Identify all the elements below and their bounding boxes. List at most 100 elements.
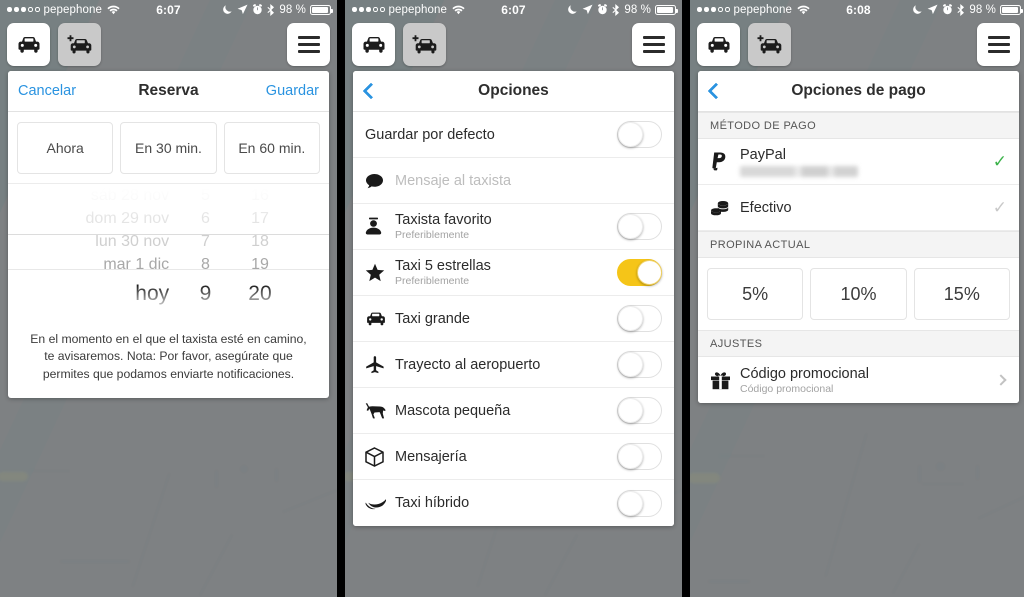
option-row-mensaje-al-taxista[interactable]: Mensaje al taxista <box>353 158 674 204</box>
tip-button-10[interactable]: 10% <box>810 268 907 320</box>
hamburger-menu-button[interactable] <box>287 23 330 66</box>
hamburger-menu-button[interactable] <box>632 23 675 66</box>
settings-row-codigo-promocional[interactable]: Código promocional Código promocional <box>698 357 1019 403</box>
bluetooth-icon <box>612 3 620 16</box>
status-bar: pepephone 6:07 98 % <box>0 0 337 19</box>
opciones-header: Opciones <box>353 71 674 112</box>
picker-hour: 9 <box>199 281 212 305</box>
toggle-knob <box>618 122 643 147</box>
option-label: Trayecto al aeropuerto <box>395 356 541 373</box>
picker-day: hoy <box>135 281 170 305</box>
settings-text: Código promocional Código promocional <box>740 366 997 395</box>
toggle-knob <box>618 214 643 239</box>
toggle-taxi-grande[interactable] <box>617 305 662 332</box>
toggle-taxi-hibrido[interactable] <box>617 489 662 517</box>
quick-button-30min[interactable]: En 30 min. <box>120 122 217 174</box>
option-text: Taxi 5 estrellas Preferiblemente <box>395 258 617 287</box>
back-chevron-icon[interactable] <box>362 82 380 100</box>
datetime-picker[interactable]: sáb 28 nov 5 16 dom 29 nov 6 17 lun 30 nov 7 1… <box>8 183 329 319</box>
alarm-clock-icon <box>942 4 953 15</box>
toggle-taxi-5-estrellas[interactable] <box>617 259 662 286</box>
tip-button-5[interactable]: 5% <box>707 268 804 320</box>
signal-dots-icon <box>352 7 385 12</box>
toggle-guardar-por-defecto[interactable] <box>617 121 662 148</box>
picker-minute: 16 <box>251 186 269 204</box>
toggle-mascota-pequena[interactable] <box>617 397 662 424</box>
option-label: Taxi grande <box>395 310 470 327</box>
option-row-taxi-5-estrellas[interactable]: Taxi 5 estrellas Preferiblemente <box>353 250 674 296</box>
bluetooth-icon <box>267 3 275 16</box>
toggle-knob <box>618 490 643 516</box>
option-label: Mascota pequeña <box>395 402 511 419</box>
picker-row[interactable]: sáb 28 nov 5 16 <box>8 184 329 207</box>
toggle-knob <box>637 260 662 285</box>
screenshot-divider <box>682 0 690 597</box>
picker-minute: 18 <box>251 232 269 250</box>
option-row-guardar-por-defecto[interactable]: Guardar por defecto <box>353 112 674 158</box>
chevron-right-icon <box>995 374 1007 386</box>
tip-options: 5% 10% 15% <box>698 258 1019 330</box>
option-sublabel: Preferiblemente <box>395 229 470 241</box>
tab-taxi-standard[interactable] <box>352 23 395 66</box>
bluetooth-icon <box>957 3 965 16</box>
tab-taxi-standard[interactable] <box>697 23 740 66</box>
settings-label: Código promocional <box>740 365 869 382</box>
save-button[interactable]: Guardar <box>266 83 319 99</box>
cancel-button[interactable]: Cancelar <box>18 83 76 99</box>
sheet-pointer <box>366 141 382 149</box>
battery-percent: 98 % <box>969 3 996 16</box>
back-chevron-icon[interactable] <box>707 82 725 100</box>
option-row-trayecto-al-aeropuerto[interactable]: Trayecto al aeropuerto <box>353 342 674 388</box>
option-row-taxi-grande[interactable]: Taxi grande <box>353 296 674 342</box>
location-arrow-icon <box>582 4 593 15</box>
option-label: Taxista favorito <box>395 212 492 228</box>
reserva-sheet: Cancelar Reserva Guardar Ahora En 30 min… <box>8 71 329 398</box>
tab-taxi-standard[interactable] <box>7 23 50 66</box>
option-sublabel: Preferiblemente <box>395 275 470 287</box>
tab-taxi-add[interactable] <box>58 23 101 66</box>
phone-screenshot-reserva: pepephone 6:07 98 % Cancelar Reserva Gua… <box>0 0 337 597</box>
picker-hour: 10 <box>178 314 233 320</box>
status-bar-right: 98 % <box>222 3 334 16</box>
reservation-note: En el momento en el que el taxista esté … <box>30 332 307 381</box>
tip-button-15[interactable]: 15% <box>913 268 1010 320</box>
option-text: Taxi híbrido <box>395 495 617 511</box>
airplane-icon <box>365 355 395 374</box>
tab-taxi-add[interactable] <box>403 23 446 66</box>
alarm-clock-icon <box>252 4 263 15</box>
option-row-mascota-pequena[interactable]: Mascota pequeña <box>353 388 674 434</box>
option-text: Taxi grande <box>395 311 617 327</box>
option-text: Guardar por defecto <box>365 127 617 143</box>
picker-row[interactable]: lun 30 nov 7 18 <box>8 230 329 253</box>
toggle-mensajeria[interactable] <box>617 443 662 470</box>
option-row-taxi-hibrido[interactable]: Taxi híbrido <box>353 480 674 526</box>
carrier-name: pepephone <box>733 3 792 16</box>
picker-row[interactable]: dom 29 nov 6 17 <box>8 207 329 230</box>
picker-row[interactable]: mar 1 dic 8 19 <box>8 253 329 276</box>
status-bar-right: 98 % <box>567 3 679 16</box>
option-row-taxista-favorito[interactable]: Taxista favorito Preferiblemente <box>353 204 674 250</box>
leaf-icon <box>365 496 395 510</box>
option-row-mensajeria[interactable]: Mensajería <box>353 434 674 480</box>
picker-row-selected[interactable]: hoy 9 20 <box>8 276 329 311</box>
payment-row-efectivo[interactable]: Efectivo ✓ <box>698 185 1019 231</box>
battery-icon <box>310 4 334 15</box>
sheet-pointer <box>21 141 37 149</box>
option-label: Guardar por defecto <box>365 126 495 143</box>
payment-row-paypal[interactable]: PayPal ✓ <box>698 139 1019 185</box>
package-icon <box>365 446 395 467</box>
toggle-taxista-favorito[interactable] <box>617 213 662 240</box>
carrier-name: pepephone <box>43 3 102 16</box>
picker-row[interactable]: jue 3 dic1021 <box>8 311 329 320</box>
three-phone-screenshots: pepephone 6:07 98 % Cancelar Reserva Gua… <box>0 0 1024 597</box>
payment-label: PayPal <box>740 146 786 163</box>
hamburger-line <box>297 35 320 39</box>
quick-button-60min[interactable]: En 60 min. <box>223 122 320 174</box>
hamburger-line <box>987 50 1010 54</box>
payment-label: Efectivo <box>740 199 792 216</box>
tab-taxi-add[interactable] <box>748 23 791 66</box>
do-not-disturb-icon <box>567 4 578 15</box>
top-toolbar <box>690 19 1024 71</box>
toggle-trayecto-al-aeropuerto[interactable] <box>617 351 662 378</box>
hamburger-menu-button[interactable] <box>977 23 1020 66</box>
